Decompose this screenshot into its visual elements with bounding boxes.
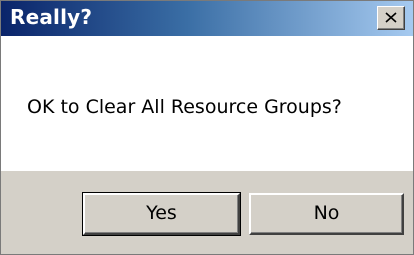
yes-button[interactable]: Yes [82, 192, 241, 236]
dialog-message: OK to Clear All Resource Groups? [27, 96, 342, 118]
no-button[interactable]: No [249, 193, 404, 235]
close-icon [385, 12, 397, 23]
close-button[interactable] [377, 6, 405, 30]
confirm-dialog: Really? OK to Clear All Resource Groups?… [0, 0, 414, 255]
dialog-titlebar[interactable]: Really? [1, 1, 413, 36]
dialog-title: Really? [10, 5, 93, 29]
